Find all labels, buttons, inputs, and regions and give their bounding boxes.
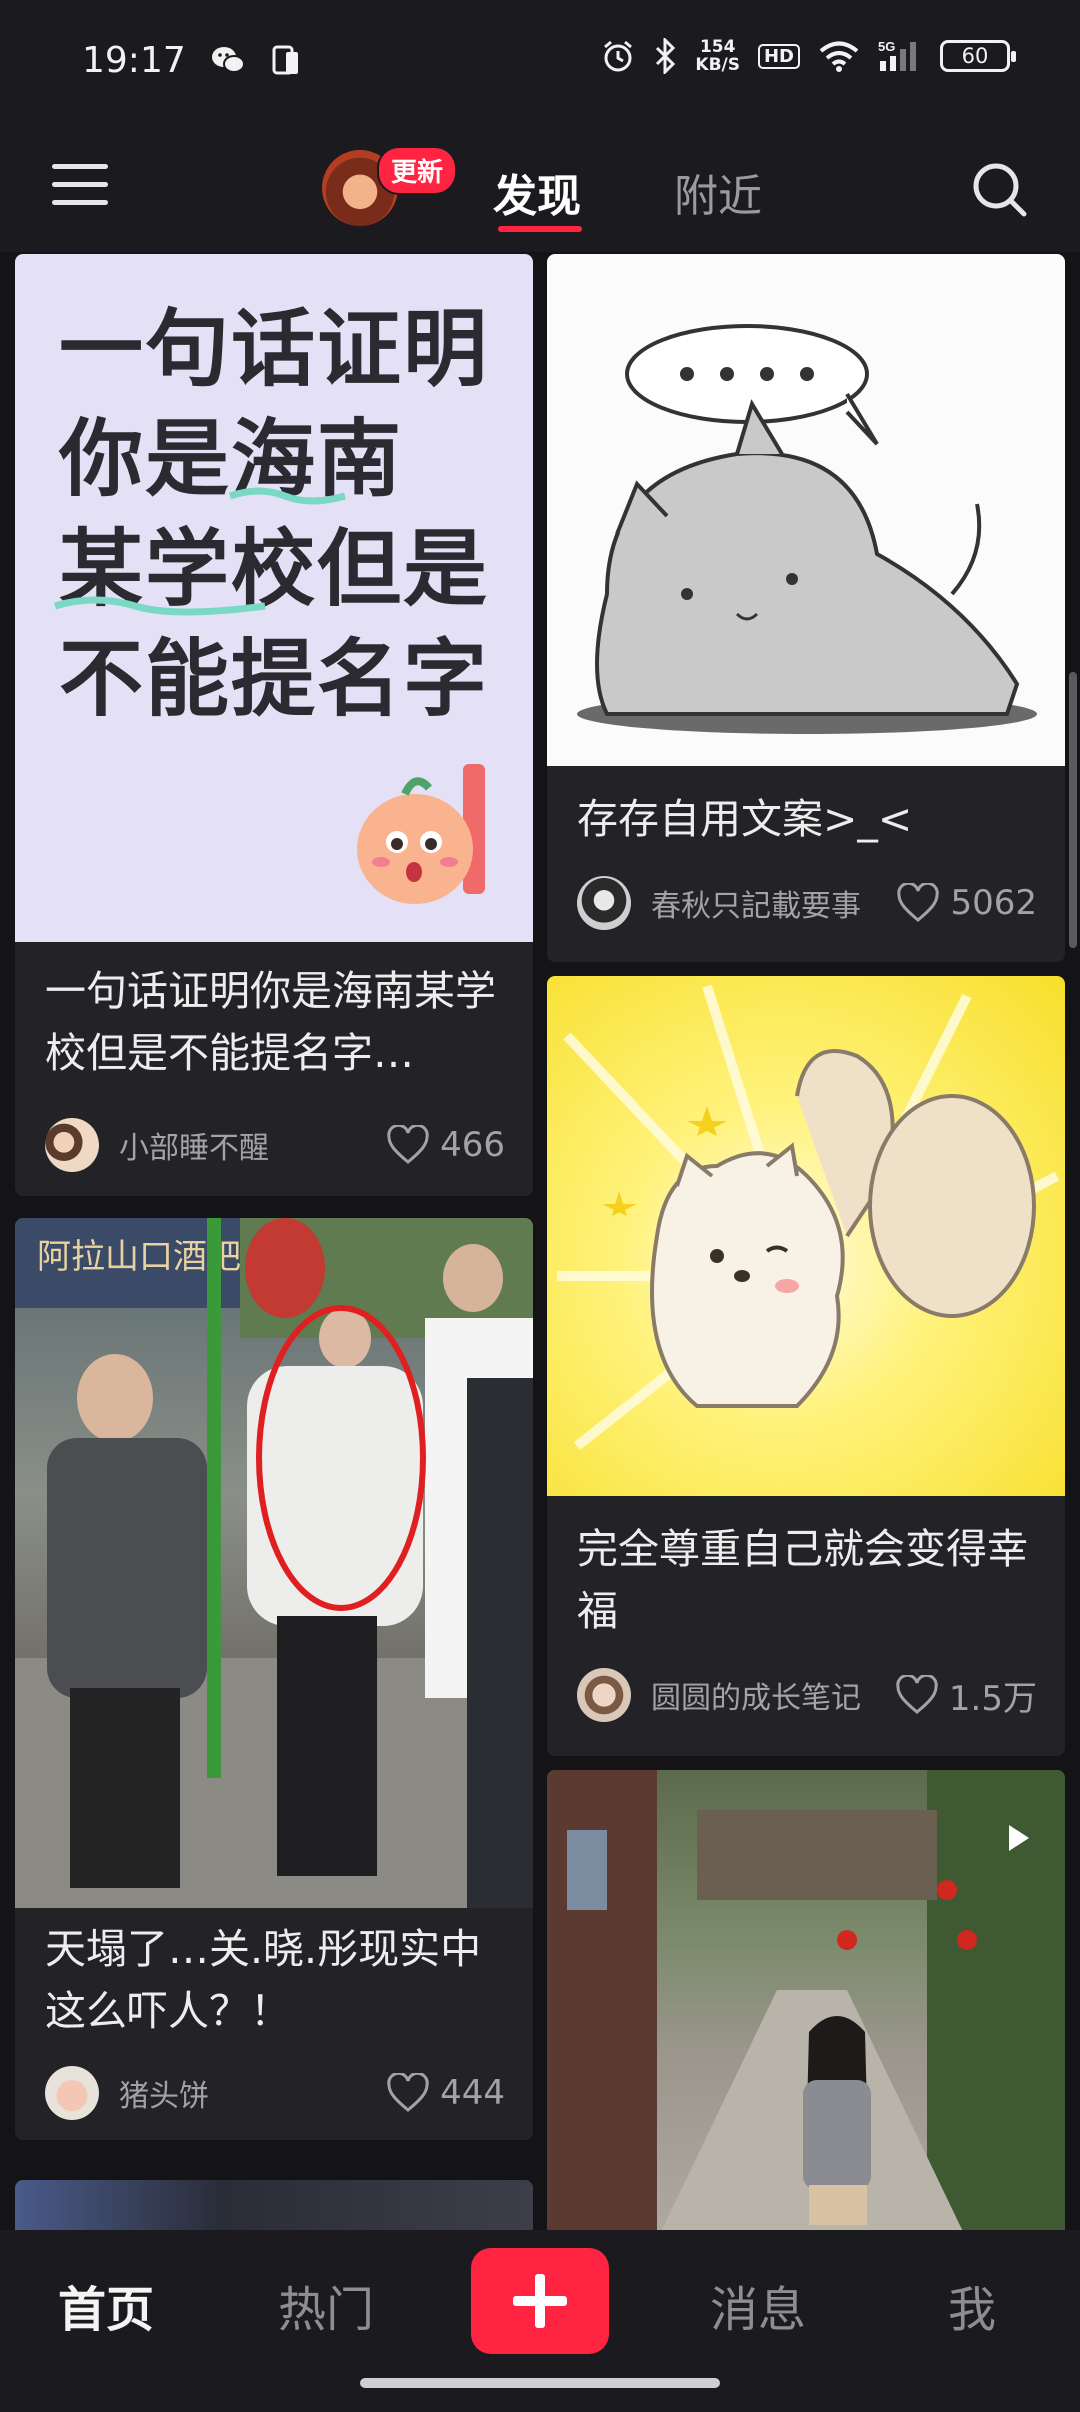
author-name: 春秋只記載要事 bbox=[651, 889, 861, 924]
nav-home[interactable]: 首页 bbox=[58, 2270, 154, 2340]
note-cover bbox=[547, 1770, 1065, 2230]
note-cover bbox=[547, 976, 1065, 1496]
note-meta: 圆圆的成长笔记 1.5万 bbox=[577, 1668, 1037, 1722]
mascot-illustration bbox=[357, 764, 485, 904]
street-photo: 阿拉山口酒吧 bbox=[15, 1218, 533, 1908]
note-cover: 一句话证明 你是海南 某学校但是 不能提名字 bbox=[15, 254, 533, 942]
app-notification-icon bbox=[272, 45, 298, 75]
heart-icon bbox=[896, 1675, 938, 1714]
hd-badge: HD bbox=[757, 43, 800, 69]
author-name: 猪头饼 bbox=[119, 2079, 209, 2114]
street-video-frame bbox=[547, 1770, 1065, 2230]
author-avatar bbox=[577, 1668, 631, 1722]
note-card[interactable]: 存存自用文案>_< 春秋只記載要事 5062 bbox=[547, 254, 1065, 962]
dog-illustration bbox=[557, 984, 1060, 1450]
note-cover bbox=[547, 254, 1065, 766]
nav-me[interactable]: 我 bbox=[948, 2270, 996, 2340]
update-badge: 更新 bbox=[377, 146, 458, 195]
like-count: 1.5万 bbox=[948, 1678, 1037, 1719]
nav-hot[interactable]: 热门 bbox=[278, 2270, 374, 2340]
top-nav: 更新 发现 附近 bbox=[0, 124, 1080, 252]
like-count: 466 bbox=[440, 1125, 505, 1165]
user-avatar-button[interactable]: 更新 bbox=[322, 146, 458, 226]
menu-button[interactable] bbox=[52, 164, 108, 210]
active-tab-indicator bbox=[498, 226, 582, 232]
note-meta: 小部睡不醒 466 bbox=[45, 1118, 505, 1172]
note-card[interactable]: 一句话证明 你是海南 某学校但是 不能提名字 一句话证明你是海南某学校但是不能提… bbox=[15, 254, 533, 1196]
bottom-nav: 首页 热门 消息 我 bbox=[0, 2230, 1080, 2412]
nav-messages[interactable]: 消息 bbox=[710, 2270, 806, 2340]
like-button[interactable]: 1.5万 bbox=[895, 1671, 1037, 1720]
note-title: 一句话证明你是海南某学校但是不能提名字… bbox=[45, 967, 496, 1077]
author-avatar bbox=[45, 1118, 99, 1172]
like-count: 5062 bbox=[950, 883, 1037, 923]
speed-value: 154 bbox=[699, 37, 736, 57]
cat-illustration bbox=[577, 324, 1037, 734]
speed-unit: KB/S bbox=[695, 55, 740, 75]
note-meta: 春秋只記載要事 5062 bbox=[577, 876, 1037, 930]
tab-discover[interactable]: 发现 bbox=[493, 160, 581, 224]
author-name: 小部睡不醒 bbox=[119, 1131, 269, 1166]
publish-button[interactable] bbox=[471, 2248, 609, 2354]
note-card[interactable]: 阿拉山口酒吧 天塌了…关.晓.彤现实中这么吓人？！ 猪头饼 444 bbox=[15, 1218, 533, 2140]
note-card[interactable]: 完全尊重自己就会变得幸福 圆圆的成长笔记 1.5万 bbox=[547, 976, 1065, 1756]
heart-icon bbox=[387, 2073, 429, 2112]
menu-icon bbox=[52, 164, 108, 169]
author-avatar bbox=[577, 876, 631, 930]
wechat-icon bbox=[212, 47, 245, 73]
note-feed[interactable]: 一句话证明 你是海南 某学校但是 不能提名字 一句话证明你是海南某学校但是不能提… bbox=[0, 252, 1080, 2230]
note-cover bbox=[15, 2180, 533, 2230]
like-button[interactable]: 466 bbox=[386, 1125, 505, 1165]
svg-text:5G: 5G bbox=[878, 39, 895, 54]
notification-icons bbox=[210, 44, 302, 78]
tab-nearby[interactable]: 附近 bbox=[674, 160, 762, 224]
feed-scrollbar[interactable] bbox=[1069, 672, 1077, 948]
heart-icon bbox=[897, 883, 940, 922]
wifi-icon bbox=[819, 41, 859, 72]
like-count: 444 bbox=[440, 2073, 505, 2113]
system-indicators: 154 KB/S HD 5G 60 bbox=[601, 38, 1016, 74]
like-button[interactable]: 444 bbox=[386, 2073, 505, 2113]
author-avatar bbox=[45, 2066, 99, 2120]
alarm-icon bbox=[604, 40, 633, 72]
heart-icon bbox=[387, 1125, 429, 1164]
note-card[interactable] bbox=[15, 2180, 533, 2230]
note-cover: 阿拉山口酒吧 bbox=[15, 1218, 533, 1908]
status-time: 19:17 bbox=[82, 40, 186, 81]
note-title: 天塌了…关.晓.彤现实中这么吓人？！ bbox=[45, 1925, 482, 2035]
note-title: 完全尊重自己就会变得幸福 bbox=[577, 1525, 1028, 1635]
search-icon[interactable] bbox=[970, 160, 1028, 218]
note-title: 存存自用文案>_< bbox=[577, 795, 913, 843]
home-indicator[interactable] bbox=[360, 2378, 720, 2388]
bluetooth-icon bbox=[656, 38, 676, 74]
video-note-card[interactable] bbox=[547, 1770, 1065, 2230]
battery-indicator: 60 bbox=[940, 40, 1016, 72]
like-button[interactable]: 5062 bbox=[896, 883, 1037, 923]
status-bar: 19:17 154 KB/S HD 5G 60 bbox=[0, 0, 1080, 124]
network-speed: 154 KB/S bbox=[695, 38, 740, 74]
author-name: 圆圆的成长笔记 bbox=[651, 1681, 861, 1716]
cellular-signal-icon: 5G bbox=[878, 39, 916, 71]
note-meta: 猪头饼 444 bbox=[45, 2066, 505, 2120]
